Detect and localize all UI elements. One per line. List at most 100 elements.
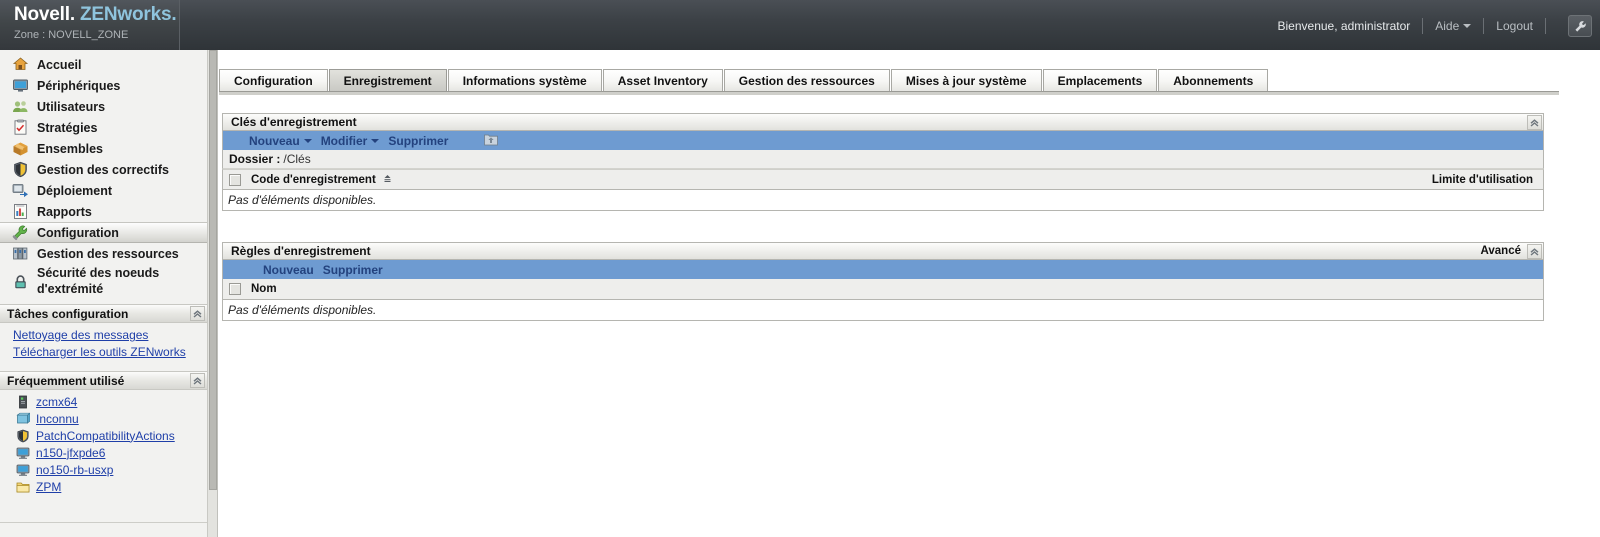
sidebar-label: Déploiement (37, 183, 113, 198)
tab-label: Informations système (462, 73, 587, 88)
sidebar-item-securite-noeuds[interactable]: Sécurité des noeuds d'extrémité (0, 264, 207, 298)
header-actions: Bienvenue, administrator Aide Logout (1278, 15, 1592, 37)
logo-works: works (117, 4, 172, 25)
tab-mises-a-jour-systeme[interactable]: Mises à jour système (890, 69, 1042, 91)
header-brand-area: Novell. ZENworks. Zone : NOVELL_ZONE (0, 0, 180, 50)
list-item[interactable]: Inconnu (16, 410, 207, 427)
scrollbar-thumb[interactable] (209, 50, 217, 490)
select-all-checkbox[interactable] (229, 283, 241, 295)
frequent-link[interactable]: zcmx64 (36, 395, 77, 409)
header-divider (1483, 18, 1485, 34)
sidebar-item-ensembles[interactable]: Ensembles (0, 138, 207, 159)
frequent-link[interactable]: n150-jfxpde6 (36, 446, 105, 460)
sort-asc-icon[interactable] (383, 174, 392, 186)
tab-bar: Configuration Enregistrement Information… (219, 69, 1559, 92)
rules-panel-header-actions: Avancé (1481, 243, 1544, 259)
sidebar-item-configuration[interactable]: Configuration (0, 222, 207, 243)
list-item[interactable]: PatchCompatibilityActions (16, 427, 207, 444)
edit-key-label: Modifier (320, 133, 368, 148)
rules-panel-header: Règles d'enregistrement Avancé (222, 242, 1544, 260)
list-item[interactable]: no150-rb-usxp (16, 461, 207, 478)
wrench-icon-button[interactable] (1568, 15, 1592, 37)
sidebar-item-strategies[interactable]: Stratégies (0, 117, 207, 138)
frequent-panel-header: Fréquemment utilisé (0, 371, 207, 390)
sidebar-item-gestion-des-ressources[interactable]: Gestion des ressources (0, 243, 207, 264)
logo-works-dot: . (171, 4, 177, 25)
folder-icon (16, 480, 30, 494)
workstation-icon (16, 463, 30, 477)
list-item[interactable]: zcmx64 (16, 393, 207, 410)
tab-gestion-des-ressources[interactable]: Gestion des ressources (723, 69, 890, 91)
sidebar-label: Ensembles (37, 141, 104, 156)
chevron-up-double-icon[interactable] (1527, 243, 1542, 259)
app-header: Novell. ZENworks. Zone : NOVELL_ZONE Bie… (0, 0, 1600, 50)
header-divider (1422, 18, 1424, 34)
shield-icon (12, 161, 29, 178)
sidebar-item-accueil[interactable]: Accueil (0, 54, 207, 75)
column-label: Nom (251, 283, 277, 295)
frequent-link[interactable]: ZPM (36, 480, 61, 494)
sidebar-label: Configuration (37, 225, 119, 240)
column-code-enregistrement[interactable]: Code d'enregistrement (251, 174, 392, 186)
tasks-panel-header: Tâches configuration (0, 304, 207, 323)
folder-value[interactable]: /Clés (283, 152, 310, 166)
frequent-link[interactable]: Inconnu (36, 412, 79, 426)
sidebar-item-utilisateurs[interactable]: Utilisateurs (0, 96, 207, 117)
asset-books-icon (12, 245, 29, 262)
advanced-link[interactable]: Avancé (1481, 245, 1522, 257)
tab-underline (219, 92, 1559, 95)
new-key-button[interactable]: Nouveau (249, 134, 312, 148)
tab-informations-systeme[interactable]: Informations système (447, 69, 602, 91)
task-link-telecharger-outils[interactable]: Télécharger les outils ZENworks (13, 344, 207, 361)
help-menu[interactable]: Aide (1435, 19, 1472, 33)
delete-key-button[interactable]: Supprimer (388, 134, 448, 148)
server-icon (16, 395, 30, 409)
tab-asset-inventory[interactable]: Asset Inventory (602, 69, 723, 91)
select-all-checkbox[interactable] (229, 173, 241, 186)
column-limite-utilisation[interactable]: Limite d'utilisation (1432, 174, 1533, 186)
chevron-up-double-icon[interactable] (190, 306, 205, 321)
tab-label: Configuration (234, 73, 313, 88)
zone-label: Zone : NOVELL_ZONE (14, 29, 129, 41)
tab-emplacements[interactable]: Emplacements (1042, 69, 1158, 91)
tab-label: Emplacements (1057, 73, 1143, 88)
sidebar-divider (0, 522, 207, 523)
sidebar-item-deploiement[interactable]: Déploiement (0, 180, 207, 201)
chevron-up-double-icon[interactable] (1527, 114, 1542, 130)
tab-enregistrement[interactable]: Enregistrement (328, 69, 447, 91)
chevron-up-double-icon[interactable] (190, 373, 205, 388)
list-item[interactable]: n150-jfxpde6 (16, 444, 207, 461)
chevron-down-icon (1463, 24, 1472, 28)
tab-abonnements[interactable]: Abonnements (1158, 69, 1269, 91)
rules-empty-text: Pas d'éléments disponibles. (228, 303, 377, 317)
rules-empty-row: Pas d'éléments disponibles. (222, 300, 1544, 321)
sidebar-item-gestion-des-correctifs[interactable]: Gestion des correctifs (0, 159, 207, 180)
tab-label: Mises à jour système (905, 73, 1027, 88)
frequent-link[interactable]: no150-rb-usxp (36, 463, 113, 477)
new-rule-button[interactable]: Nouveau (263, 263, 314, 277)
keys-empty-row: Pas d'éléments disponibles. (222, 190, 1544, 211)
sidebar-nav: Accueil Périphériques Utilisateurs Strat… (0, 50, 207, 298)
deploy-icon (12, 182, 29, 199)
users-icon (12, 98, 29, 115)
chevron-down-icon (371, 138, 380, 143)
chevron-down-icon (303, 138, 312, 143)
keys-toolbar: Nouveau Modifier Supprimer (222, 131, 1544, 150)
logout-link[interactable]: Logout (1496, 19, 1533, 33)
main-content: Configuration Enregistrement Information… (219, 50, 1600, 537)
rules-panel: Règles d'enregistrement Avancé Nouveau S… (222, 242, 1544, 321)
sidebar-item-peripheriques[interactable]: Périphériques (0, 75, 207, 96)
edit-key-button[interactable]: Modifier (321, 134, 380, 148)
frequent-link[interactable]: PatchCompatibilityActions (36, 429, 175, 443)
delete-rule-button[interactable]: Supprimer (323, 263, 383, 277)
tab-configuration[interactable]: Configuration (219, 69, 328, 91)
task-link-nettoyage[interactable]: Nettoyage des messages (13, 327, 207, 344)
sidebar-label: Stratégies (37, 120, 98, 135)
sidebar-item-rapports[interactable]: Rapports (0, 201, 207, 222)
folder-up-icon[interactable] (484, 133, 498, 149)
list-item[interactable]: ZPM (16, 478, 207, 495)
report-chart-icon (12, 203, 29, 220)
sidebar-scrollbar[interactable] (208, 50, 218, 537)
folder-breadcrumb: Dossier : /Clés (222, 150, 1544, 169)
column-nom[interactable]: Nom (251, 283, 277, 295)
